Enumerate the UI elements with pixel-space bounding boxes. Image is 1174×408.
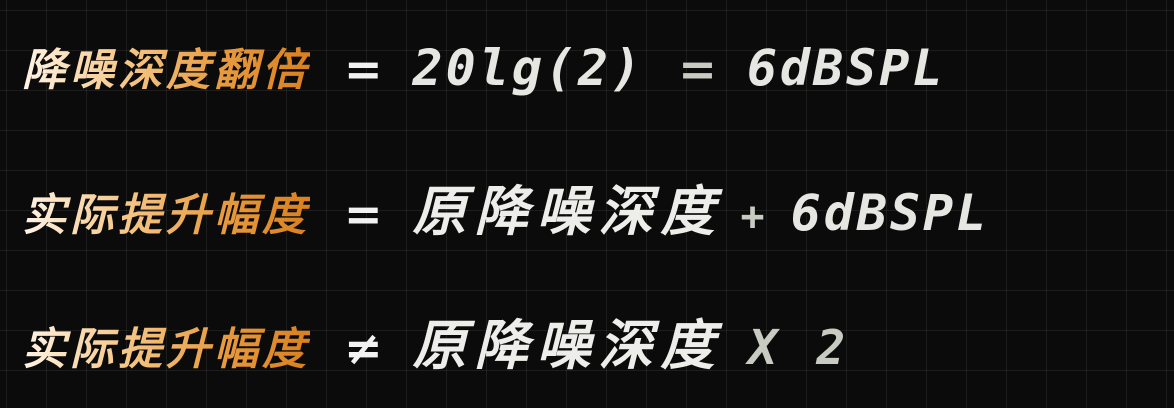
line-1-result: 6dBSPL bbox=[746, 39, 946, 97]
line-3-term: 原降噪深度 bbox=[412, 314, 723, 377]
line-2-term: 原降噪深度 bbox=[412, 180, 723, 243]
line-1-label: 降噪深度翻倍 bbox=[22, 34, 310, 98]
line-1-operator: = bbox=[344, 42, 383, 96]
line-1-formula: 20lg(2) bbox=[412, 39, 645, 97]
line-3-operator: ≠ bbox=[344, 321, 383, 375]
line-2-plus: + bbox=[740, 194, 765, 240]
equation-line-1: 降噪深度翻倍 = 20lg(2) = 6dBSPL bbox=[22, 34, 945, 98]
line-2-operator: = bbox=[344, 187, 383, 241]
line-2-label: 实际提升幅度 bbox=[22, 179, 310, 243]
line-2-result: 6dBSPL bbox=[790, 184, 990, 242]
line-1-equals: = bbox=[678, 42, 717, 96]
line-3-multiplier: X 2 bbox=[748, 320, 851, 376]
slide-canvas: 降噪深度翻倍 = 20lg(2) = 6dBSPL 实际提升幅度 = 原降噪深度… bbox=[0, 0, 1174, 408]
line-3-label: 实际提升幅度 bbox=[22, 313, 310, 377]
equation-line-3: 实际提升幅度 ≠ 原降噪深度 X 2 bbox=[22, 301, 850, 380]
equation-line-2: 实际提升幅度 = 原降噪深度 + 6dBSPL bbox=[22, 167, 989, 246]
